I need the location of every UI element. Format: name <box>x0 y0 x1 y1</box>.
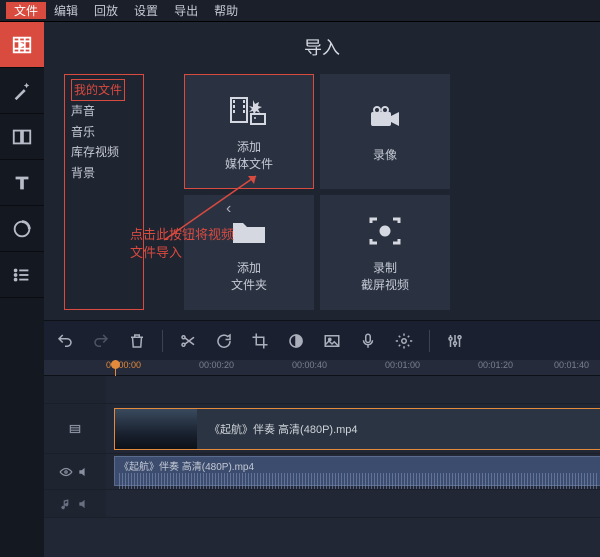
import-panel: 导入 我的文件 声音 音乐 库存视频 背景 添加 媒体文件 <box>44 22 600 320</box>
hint-text: 点击此按钮将视频文件导入 <box>130 226 234 262</box>
sticker-icon <box>11 218 33 240</box>
folder-icon <box>229 213 269 249</box>
contrast-icon <box>287 332 305 350</box>
camera-icon <box>365 100 405 136</box>
list-icon <box>11 264 33 286</box>
import-title: 导入 <box>64 34 580 60</box>
crop-button[interactable] <box>249 330 271 352</box>
tile-label: 录像 <box>373 146 397 163</box>
film-import-icon <box>11 34 33 56</box>
audio-clip[interactable]: 《起航》伴奏 高清(480P).mp4 <box>114 456 600 486</box>
cat-bg[interactable]: 背景 <box>71 163 137 183</box>
clip-name: 《起航》伴奏 高清(480P).mp4 <box>209 421 358 437</box>
category-list: 我的文件 声音 音乐 库存视频 背景 <box>64 74 144 310</box>
crop-icon <box>251 332 269 350</box>
video-track-head[interactable] <box>44 404 106 453</box>
sliders-icon <box>446 332 464 350</box>
rotate-button[interactable] <box>213 330 235 352</box>
music-note-icon <box>59 497 73 511</box>
tool-import[interactable] <box>0 22 44 68</box>
left-toolbar <box>0 22 44 557</box>
undo-icon <box>56 332 74 350</box>
video-clip[interactable]: 《起航》伴奏 高清(480P).mp4 <box>114 408 600 450</box>
audio-track: 《起航》伴奏 高清(480P).mp4 <box>44 454 600 490</box>
equalizer-button[interactable] <box>444 330 466 352</box>
clip-thumbnail <box>115 409 197 449</box>
ruler-tick: 00:01:20 <box>478 360 513 370</box>
tile-add-media[interactable]: 添加 媒体文件 <box>184 74 314 189</box>
undo-button[interactable] <box>54 330 76 352</box>
rotate-icon <box>215 332 233 350</box>
ruler-tick: 00:00:20 <box>199 360 234 370</box>
media-files-icon <box>229 92 269 128</box>
tool-stickers[interactable] <box>0 206 44 252</box>
cat-sound[interactable]: 声音 <box>71 101 137 121</box>
menu-playback[interactable]: 回放 <box>86 2 126 19</box>
ruler-tick: 00:01:00 <box>385 360 420 370</box>
time-ruler[interactable]: 00:00:00 00:00:20 00:00:40 00:01:00 00:0… <box>44 360 600 376</box>
tile-label2: 文件夹 <box>231 276 267 293</box>
ruler-tick: 00:01:40 <box>554 360 589 370</box>
tool-titles[interactable] <box>0 160 44 206</box>
tile-label: 添加 <box>237 138 261 155</box>
music-track <box>44 490 600 518</box>
menu-export[interactable]: 导出 <box>166 2 206 19</box>
redo-icon <box>92 332 110 350</box>
chevron-left-icon[interactable]: ‹ <box>226 200 231 218</box>
audio-clip-name: 《起航》伴奏 高清(480P).mp4 <box>119 462 254 473</box>
voiceover-button[interactable] <box>357 330 379 352</box>
delete-button[interactable] <box>126 330 148 352</box>
tile-label: 添加 <box>237 259 261 276</box>
cat-stock[interactable]: 库存视频 <box>71 142 137 162</box>
wand-icon <box>11 80 33 102</box>
menu-edit[interactable]: 编辑 <box>46 2 86 19</box>
tile-label: 录制 <box>373 259 397 276</box>
tool-more[interactable] <box>0 252 44 298</box>
timeline-toolbar <box>44 320 600 360</box>
mic-icon <box>359 332 377 350</box>
track-spacer <box>44 376 600 404</box>
timeline: 00:00:00 00:00:20 00:00:40 00:01:00 00:0… <box>44 360 600 557</box>
menu-file[interactable]: 文件 <box>6 2 46 19</box>
menubar: 文件 编辑 回放 设置 导出 帮助 <box>0 0 600 22</box>
tool-transitions[interactable] <box>0 114 44 160</box>
color-button[interactable] <box>285 330 307 352</box>
tile-screencast[interactable]: 录制 截屏视频 <box>320 195 450 310</box>
eye-icon <box>59 465 73 479</box>
menu-help[interactable]: 帮助 <box>206 2 246 19</box>
text-icon <box>11 172 33 194</box>
tile-record[interactable]: 录像 <box>320 74 450 189</box>
film-icon <box>68 422 82 436</box>
speaker-icon <box>77 497 91 511</box>
cat-myfiles[interactable]: 我的文件 <box>71 79 125 101</box>
music-track-head[interactable] <box>44 490 106 517</box>
picture-icon <box>323 332 341 350</box>
cat-music[interactable]: 音乐 <box>71 122 137 142</box>
scissors-icon <box>179 332 197 350</box>
ruler-tick: 00:00:00 <box>106 360 141 370</box>
tile-label2: 媒体文件 <box>225 155 273 172</box>
redo-button[interactable] <box>90 330 112 352</box>
video-track: 《起航》伴奏 高清(480P).mp4 <box>44 404 600 454</box>
trash-icon <box>128 332 146 350</box>
tool-filters[interactable] <box>0 68 44 114</box>
properties-button[interactable] <box>393 330 415 352</box>
split-button[interactable] <box>177 330 199 352</box>
screencast-icon <box>365 213 405 249</box>
gear-icon <box>395 332 413 350</box>
ruler-tick: 00:00:40 <box>292 360 327 370</box>
picture-button[interactable] <box>321 330 343 352</box>
tile-label2: 截屏视频 <box>361 276 409 293</box>
transition-icon <box>11 126 33 148</box>
audio-track-head[interactable] <box>44 454 106 489</box>
speaker-icon <box>77 465 91 479</box>
waveform <box>119 473 599 489</box>
menu-settings[interactable]: 设置 <box>126 2 166 19</box>
